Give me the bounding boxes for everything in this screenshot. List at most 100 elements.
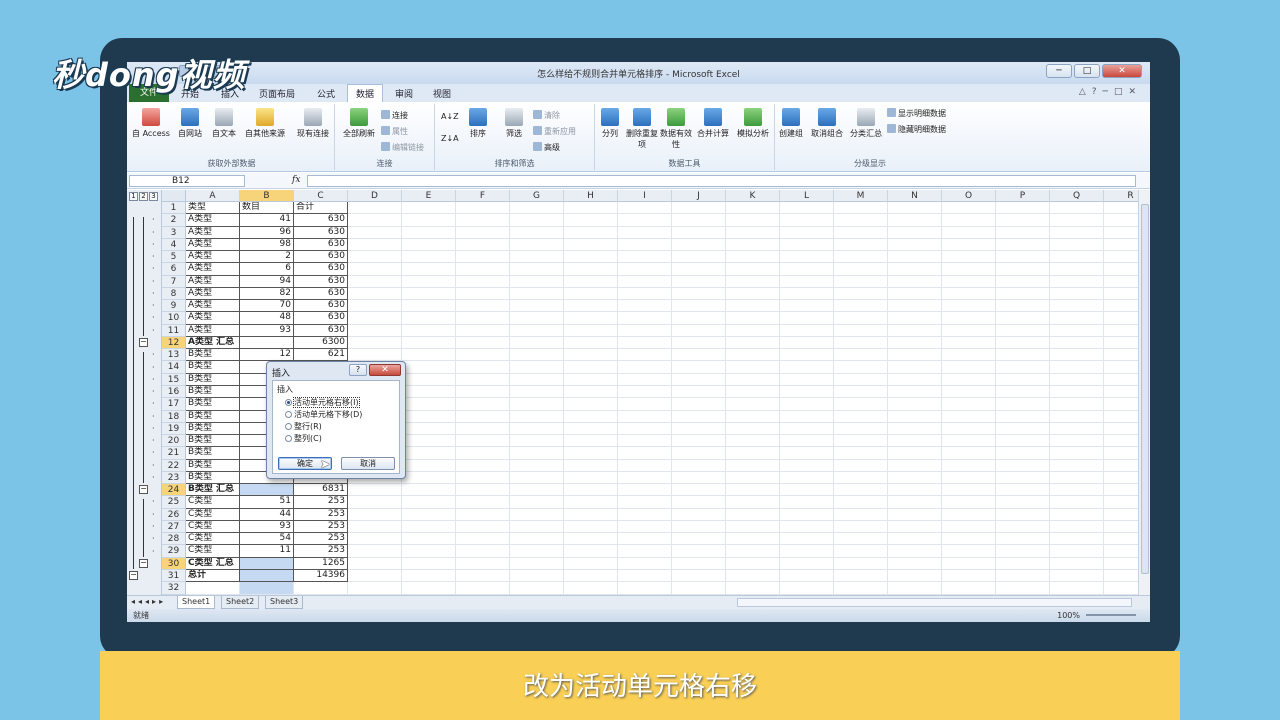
- cell-empty[interactable]: [996, 471, 1050, 485]
- cell-empty[interactable]: [564, 398, 618, 411]
- row-header[interactable]: 22: [162, 459, 186, 472]
- cell-empty[interactable]: [564, 520, 618, 534]
- cell-b10[interactable]: 48: [240, 312, 294, 325]
- cell-empty[interactable]: [456, 214, 510, 227]
- cell-empty[interactable]: [618, 410, 672, 423]
- cell-empty[interactable]: [996, 398, 1050, 411]
- cell-empty[interactable]: [510, 484, 564, 497]
- cell-empty[interactable]: [996, 349, 1050, 362]
- cell-empty[interactable]: [618, 422, 672, 436]
- cell-empty[interactable]: [888, 300, 942, 313]
- cell-empty[interactable]: [780, 300, 834, 313]
- cell-empty[interactable]: [996, 385, 1050, 399]
- cell-c30[interactable]: 1265: [294, 557, 348, 570]
- cell-empty[interactable]: [672, 398, 726, 411]
- radio-entire-row[interactable]: 整行(R): [285, 421, 322, 432]
- cell-empty[interactable]: [402, 533, 456, 546]
- cell-empty[interactable]: [402, 275, 456, 288]
- cell-empty[interactable]: [996, 520, 1050, 534]
- cell-empty[interactable]: [942, 349, 996, 362]
- cell-empty[interactable]: [618, 447, 672, 460]
- cell-empty[interactable]: [1050, 385, 1104, 399]
- cell-empty[interactable]: [834, 582, 888, 595]
- subtotal-button[interactable]: 分类汇总: [847, 108, 885, 139]
- cell-empty[interactable]: [402, 545, 456, 558]
- consolidate-button[interactable]: 合并计算: [693, 108, 733, 139]
- cell-empty[interactable]: [888, 557, 942, 570]
- cell-empty[interactable]: [726, 275, 780, 288]
- column-header-e[interactable]: E: [402, 190, 456, 202]
- cell-empty[interactable]: [1104, 533, 1138, 546]
- cell-empty[interactable]: [456, 545, 510, 558]
- cell-empty[interactable]: [402, 435, 456, 448]
- cell-empty[interactable]: [564, 202, 618, 215]
- tab-data[interactable]: 数据: [347, 84, 384, 102]
- tab-formulas[interactable]: 公式: [317, 87, 335, 100]
- cell-empty[interactable]: [456, 373, 510, 386]
- cell-empty[interactable]: [888, 385, 942, 399]
- cell-empty[interactable]: [456, 410, 510, 423]
- cell-empty[interactable]: [942, 484, 996, 497]
- row-header[interactable]: 3: [162, 226, 186, 239]
- cell-a15[interactable]: B类型: [186, 373, 240, 386]
- cell-empty[interactable]: [834, 251, 888, 264]
- cell-empty[interactable]: [672, 496, 726, 509]
- cell-empty[interactable]: [510, 324, 564, 337]
- minimize-button[interactable]: ─: [1046, 64, 1072, 78]
- column-header-f[interactable]: F: [456, 190, 510, 202]
- sort-desc-button[interactable]: Z↓A: [441, 134, 459, 143]
- cell-empty[interactable]: [510, 545, 564, 558]
- cell-empty[interactable]: [780, 385, 834, 399]
- cell-empty[interactable]: [780, 287, 834, 301]
- cell-empty[interactable]: [780, 226, 834, 239]
- row-header[interactable]: 20: [162, 435, 186, 448]
- cell-empty[interactable]: [510, 336, 564, 350]
- cell-empty[interactable]: [456, 459, 510, 472]
- from-web-button[interactable]: 自网站: [173, 108, 207, 139]
- cell-b28[interactable]: 54: [240, 533, 294, 546]
- cell-empty[interactable]: [1050, 226, 1104, 239]
- cell-c8[interactable]: 630: [294, 287, 348, 301]
- cell-empty[interactable]: [456, 336, 510, 350]
- cell-empty[interactable]: [726, 324, 780, 337]
- cell-empty[interactable]: [348, 582, 402, 595]
- cell-empty[interactable]: [618, 263, 672, 276]
- cell-empty[interactable]: [996, 202, 1050, 215]
- cell-empty[interactable]: [510, 373, 564, 386]
- cell-empty[interactable]: [726, 214, 780, 227]
- cell-empty[interactable]: [942, 385, 996, 399]
- cell-a4[interactable]: A类型: [186, 238, 240, 252]
- cell-empty[interactable]: [726, 533, 780, 546]
- cell-b29[interactable]: 11: [240, 545, 294, 558]
- cell-b31[interactable]: [240, 569, 294, 583]
- column-header-d[interactable]: D: [348, 190, 402, 202]
- column-header-h[interactable]: H: [564, 190, 618, 202]
- cell-empty[interactable]: [726, 238, 780, 252]
- cell-empty[interactable]: [780, 238, 834, 252]
- cell-empty[interactable]: [834, 287, 888, 301]
- cell-empty[interactable]: [672, 422, 726, 436]
- cell-empty[interactable]: [510, 300, 564, 313]
- cell-empty[interactable]: [888, 263, 942, 276]
- row-header[interactable]: 13: [162, 349, 186, 362]
- cell-empty[interactable]: [942, 569, 996, 583]
- cell-empty[interactable]: [1104, 509, 1138, 521]
- cell-empty[interactable]: [942, 251, 996, 264]
- cell-empty[interactable]: [402, 214, 456, 227]
- row-header[interactable]: 28: [162, 533, 186, 546]
- cell-empty[interactable]: [726, 520, 780, 534]
- cell-empty[interactable]: [834, 447, 888, 460]
- cell-empty[interactable]: [834, 557, 888, 570]
- cell-empty[interactable]: [1104, 300, 1138, 313]
- cell-empty[interactable]: [888, 471, 942, 485]
- cell-empty[interactable]: [1050, 312, 1104, 325]
- cell-empty[interactable]: [996, 545, 1050, 558]
- collapse-group-icon[interactable]: −: [139, 485, 148, 495]
- close-button[interactable]: ✕: [1102, 64, 1142, 78]
- zoom-slider[interactable]: [1086, 614, 1136, 616]
- column-header-o[interactable]: O: [942, 190, 996, 202]
- cell-empty[interactable]: [1050, 361, 1104, 374]
- cell-empty[interactable]: [942, 435, 996, 448]
- cell-empty[interactable]: [456, 447, 510, 460]
- cell-empty[interactable]: [564, 324, 618, 337]
